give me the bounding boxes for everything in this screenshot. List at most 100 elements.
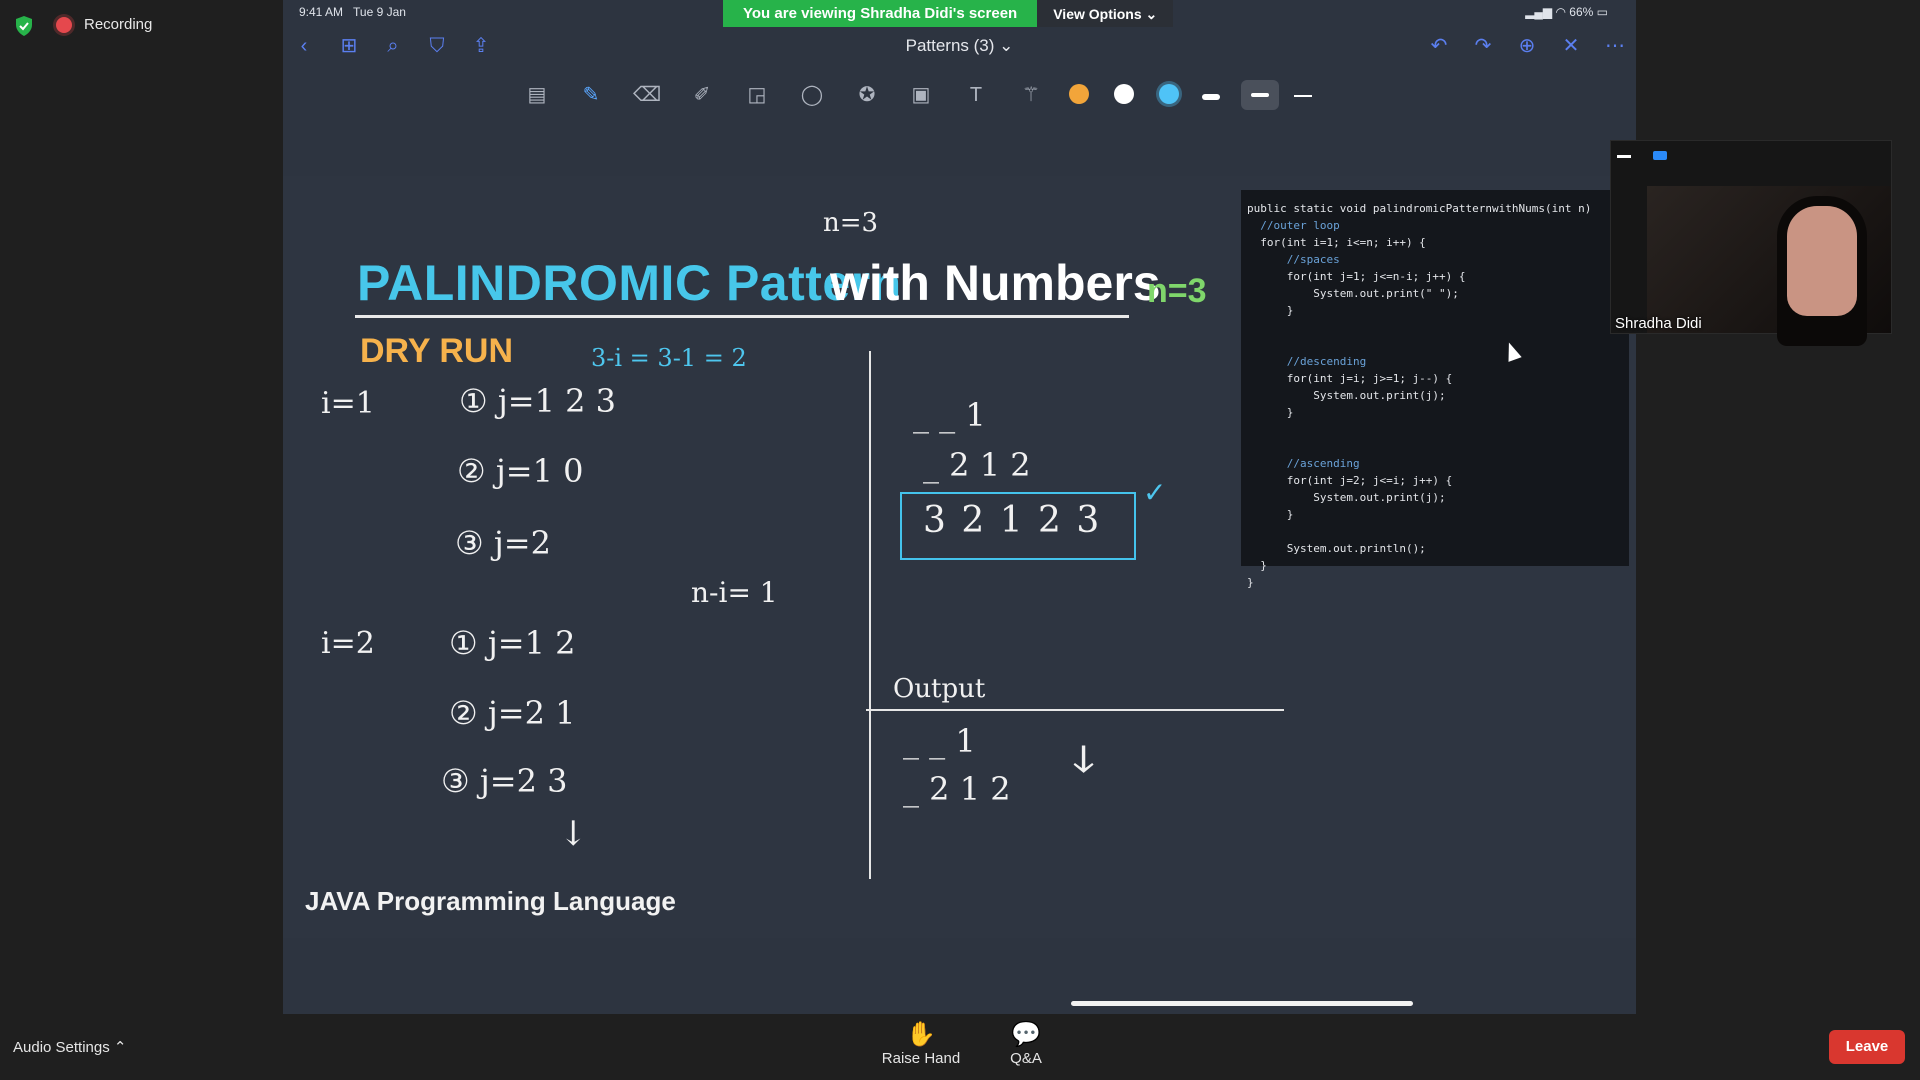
hand-i1: i=1 — [321, 386, 375, 421]
sticker-icon[interactable]: ✪ — [853, 82, 881, 108]
code-line: System.out.println(); — [1247, 542, 1426, 555]
audio-settings-button[interactable]: Audio Settings ⌃ — [13, 1038, 126, 1056]
hand-row2: _ 2 1 2 — [923, 446, 1031, 484]
hand-row1: _ _ 1 — [913, 396, 986, 434]
eraser-icon[interactable]: ⌫ — [633, 82, 661, 108]
code-line: System.out.print(" "); — [1247, 287, 1459, 300]
code-line: } — [1247, 576, 1254, 589]
stroke-medium-selected[interactable] — [1241, 80, 1279, 110]
code-line: for(int j=i; j>=1; j--) { — [1247, 372, 1453, 385]
title-underline — [355, 315, 1129, 318]
hand-output-label: Output — [893, 674, 986, 704]
slide-title-colored: PALINDROMIC Pattern — [357, 255, 902, 311]
vertical-divider — [869, 351, 871, 879]
participant-face — [1787, 206, 1857, 316]
code-line: System.out.print(j); — [1247, 389, 1446, 402]
chevron-up-icon: ⌃ — [113, 1039, 127, 1056]
lasso-icon[interactable]: ◯ — [798, 82, 826, 108]
laser-pointer-icon[interactable]: ⚚ — [1017, 82, 1045, 108]
code-line: for(int j=2; j<=i; j++) { — [1247, 474, 1453, 487]
raise-hand-label: Raise Hand — [881, 1050, 961, 1067]
hand-down-arrow-icon: ↓ — [559, 814, 588, 854]
sidebar-toggle-icon[interactable]: ▤ — [523, 82, 551, 108]
security-shield-icon[interactable] — [14, 15, 34, 37]
redo-icon[interactable]: ↷ — [1472, 35, 1494, 57]
hand-row3: 3 2 1 2 3 — [923, 500, 1102, 541]
stroke-thin-icon[interactable] — [1294, 95, 1312, 97]
audio-settings-label: Audio Settings — [13, 1039, 110, 1056]
video-feed — [1647, 186, 1891, 346]
hand-check-icon: ✓ — [1143, 476, 1167, 509]
hand-zigzag-arrow-icon: ↆ — [1073, 736, 1095, 782]
code-line: //spaces — [1247, 253, 1340, 266]
hand-i2-step1: ① j=1 2 — [449, 624, 576, 662]
video-layout-icon[interactable] — [1653, 151, 1667, 160]
hand-out-row2: _ 2 1 2 — [903, 770, 1011, 808]
code-line: //descending — [1247, 355, 1367, 368]
image-icon[interactable]: ▣ — [907, 82, 935, 108]
status-right: ▂▄▆ ◠ 66% ▭ — [1525, 5, 1608, 19]
code-block: public static void palindromicPatternwit… — [1241, 190, 1629, 601]
add-page-icon[interactable]: ⊕ — [1516, 35, 1538, 57]
view-options-button[interactable]: View Options ⌄ — [1037, 0, 1174, 27]
qa-icon: 💬 — [1011, 1021, 1041, 1048]
hand-top-n: n=3 — [823, 208, 879, 238]
color-blue-swatch[interactable] — [1159, 84, 1179, 104]
hand-formula: 3-i = 3-1 = 2 — [591, 344, 747, 372]
recording-label[interactable]: Recording — [84, 16, 152, 33]
shared-screen: 9:41 AM Tue 9 Jan ▂▄▆ ◠ 66% ▭ You are vi… — [283, 0, 1636, 1014]
viewing-banner: You are viewing Shradha Didi's screen Vi… — [723, 0, 1174, 27]
ipad-home-indicator — [1071, 1001, 1413, 1006]
slide-title-white: with Numbers — [830, 255, 1161, 311]
slide-canvas: n=3 PALINDROMIC Pattern with Numbers n=3… — [283, 176, 1636, 938]
leave-button[interactable]: Leave — [1829, 1030, 1905, 1064]
qa-button[interactable]: 💬 Q&A — [998, 1020, 1054, 1067]
code-line: //outer loop — [1247, 219, 1340, 232]
code-line: } — [1247, 304, 1294, 317]
more-icon[interactable]: ⋯ — [1604, 35, 1626, 57]
hand-icon: ✋ — [906, 1021, 936, 1048]
dry-run-heading: DRY RUN — [360, 332, 514, 370]
stroke-medium-icon — [1251, 93, 1269, 97]
pen-icon[interactable]: ✎ — [577, 82, 605, 108]
recording-dot-icon — [56, 17, 72, 33]
hand-i2-step3: ③ j=2 3 — [441, 762, 568, 800]
hand-n-minus-i: n-i= 1 — [691, 576, 778, 609]
hand-i1-step2: ② j=1 0 — [457, 452, 584, 490]
code-line: } — [1247, 508, 1294, 521]
stroke-thick-icon[interactable] — [1202, 94, 1220, 100]
participant-video[interactable]: Shradha Didi — [1610, 140, 1892, 346]
battery-percent: 66% — [1569, 5, 1594, 19]
text-icon[interactable]: T — [962, 82, 990, 108]
status-time: 9:41 AM — [299, 5, 344, 19]
code-panel: public static void palindromicPatternwit… — [1241, 190, 1629, 589]
drawing-toolbar: ▤ ✎ ⌫ ✐ ◲ ◯ ✪ ▣ T ⚚ — [283, 72, 1636, 116]
qa-label: Q&A — [1010, 1050, 1042, 1067]
shapes-icon[interactable]: ◲ — [743, 82, 771, 108]
minimize-icon[interactable] — [1617, 155, 1631, 158]
view-options-label: View Options — [1053, 6, 1142, 22]
code-line: } — [1247, 406, 1294, 419]
code-line: for(int j=1; j<=n-i; j++) { — [1247, 270, 1466, 283]
status-date: Tue 9 Jan — [353, 5, 406, 19]
hand-i2-step2: ② j=2 1 — [449, 694, 576, 732]
color-orange-swatch[interactable] — [1069, 84, 1089, 104]
raise-hand-button[interactable]: ✋ Raise Hand — [878, 1020, 964, 1067]
viewing-banner-text: You are viewing Shradha Didi's screen — [723, 0, 1038, 27]
hand-i1-step1: ① j=1 2 3 — [459, 382, 617, 420]
slide-n-label: n=3 — [1147, 272, 1207, 310]
code-line: //ascending — [1247, 457, 1360, 470]
code-line: for(int i=1; i<=n; i++) { — [1247, 236, 1426, 249]
close-icon[interactable]: ✕ — [1560, 35, 1582, 57]
slide-footer: JAVA Programming Language — [305, 886, 676, 916]
code-line: System.out.print(j); — [1247, 491, 1446, 504]
highlighter-icon[interactable]: ✐ — [688, 82, 716, 108]
ipad-nav-bar: ‹ ⊞ ⌕ ⛉ ⇪ Patterns (3) ⌄ ↶ ↷ ⊕ ✕ ⋯ — [283, 30, 1636, 66]
code-line: } — [1247, 559, 1267, 572]
hand-out-row1: _ _ 1 — [903, 722, 976, 760]
color-white-swatch[interactable] — [1114, 84, 1134, 104]
undo-icon[interactable]: ↶ — [1428, 35, 1450, 57]
hand-i2: i=2 — [321, 626, 375, 661]
hand-i1-step3: ③ j=2 — [455, 524, 551, 562]
participant-name: Shradha Didi — [1615, 315, 1702, 332]
